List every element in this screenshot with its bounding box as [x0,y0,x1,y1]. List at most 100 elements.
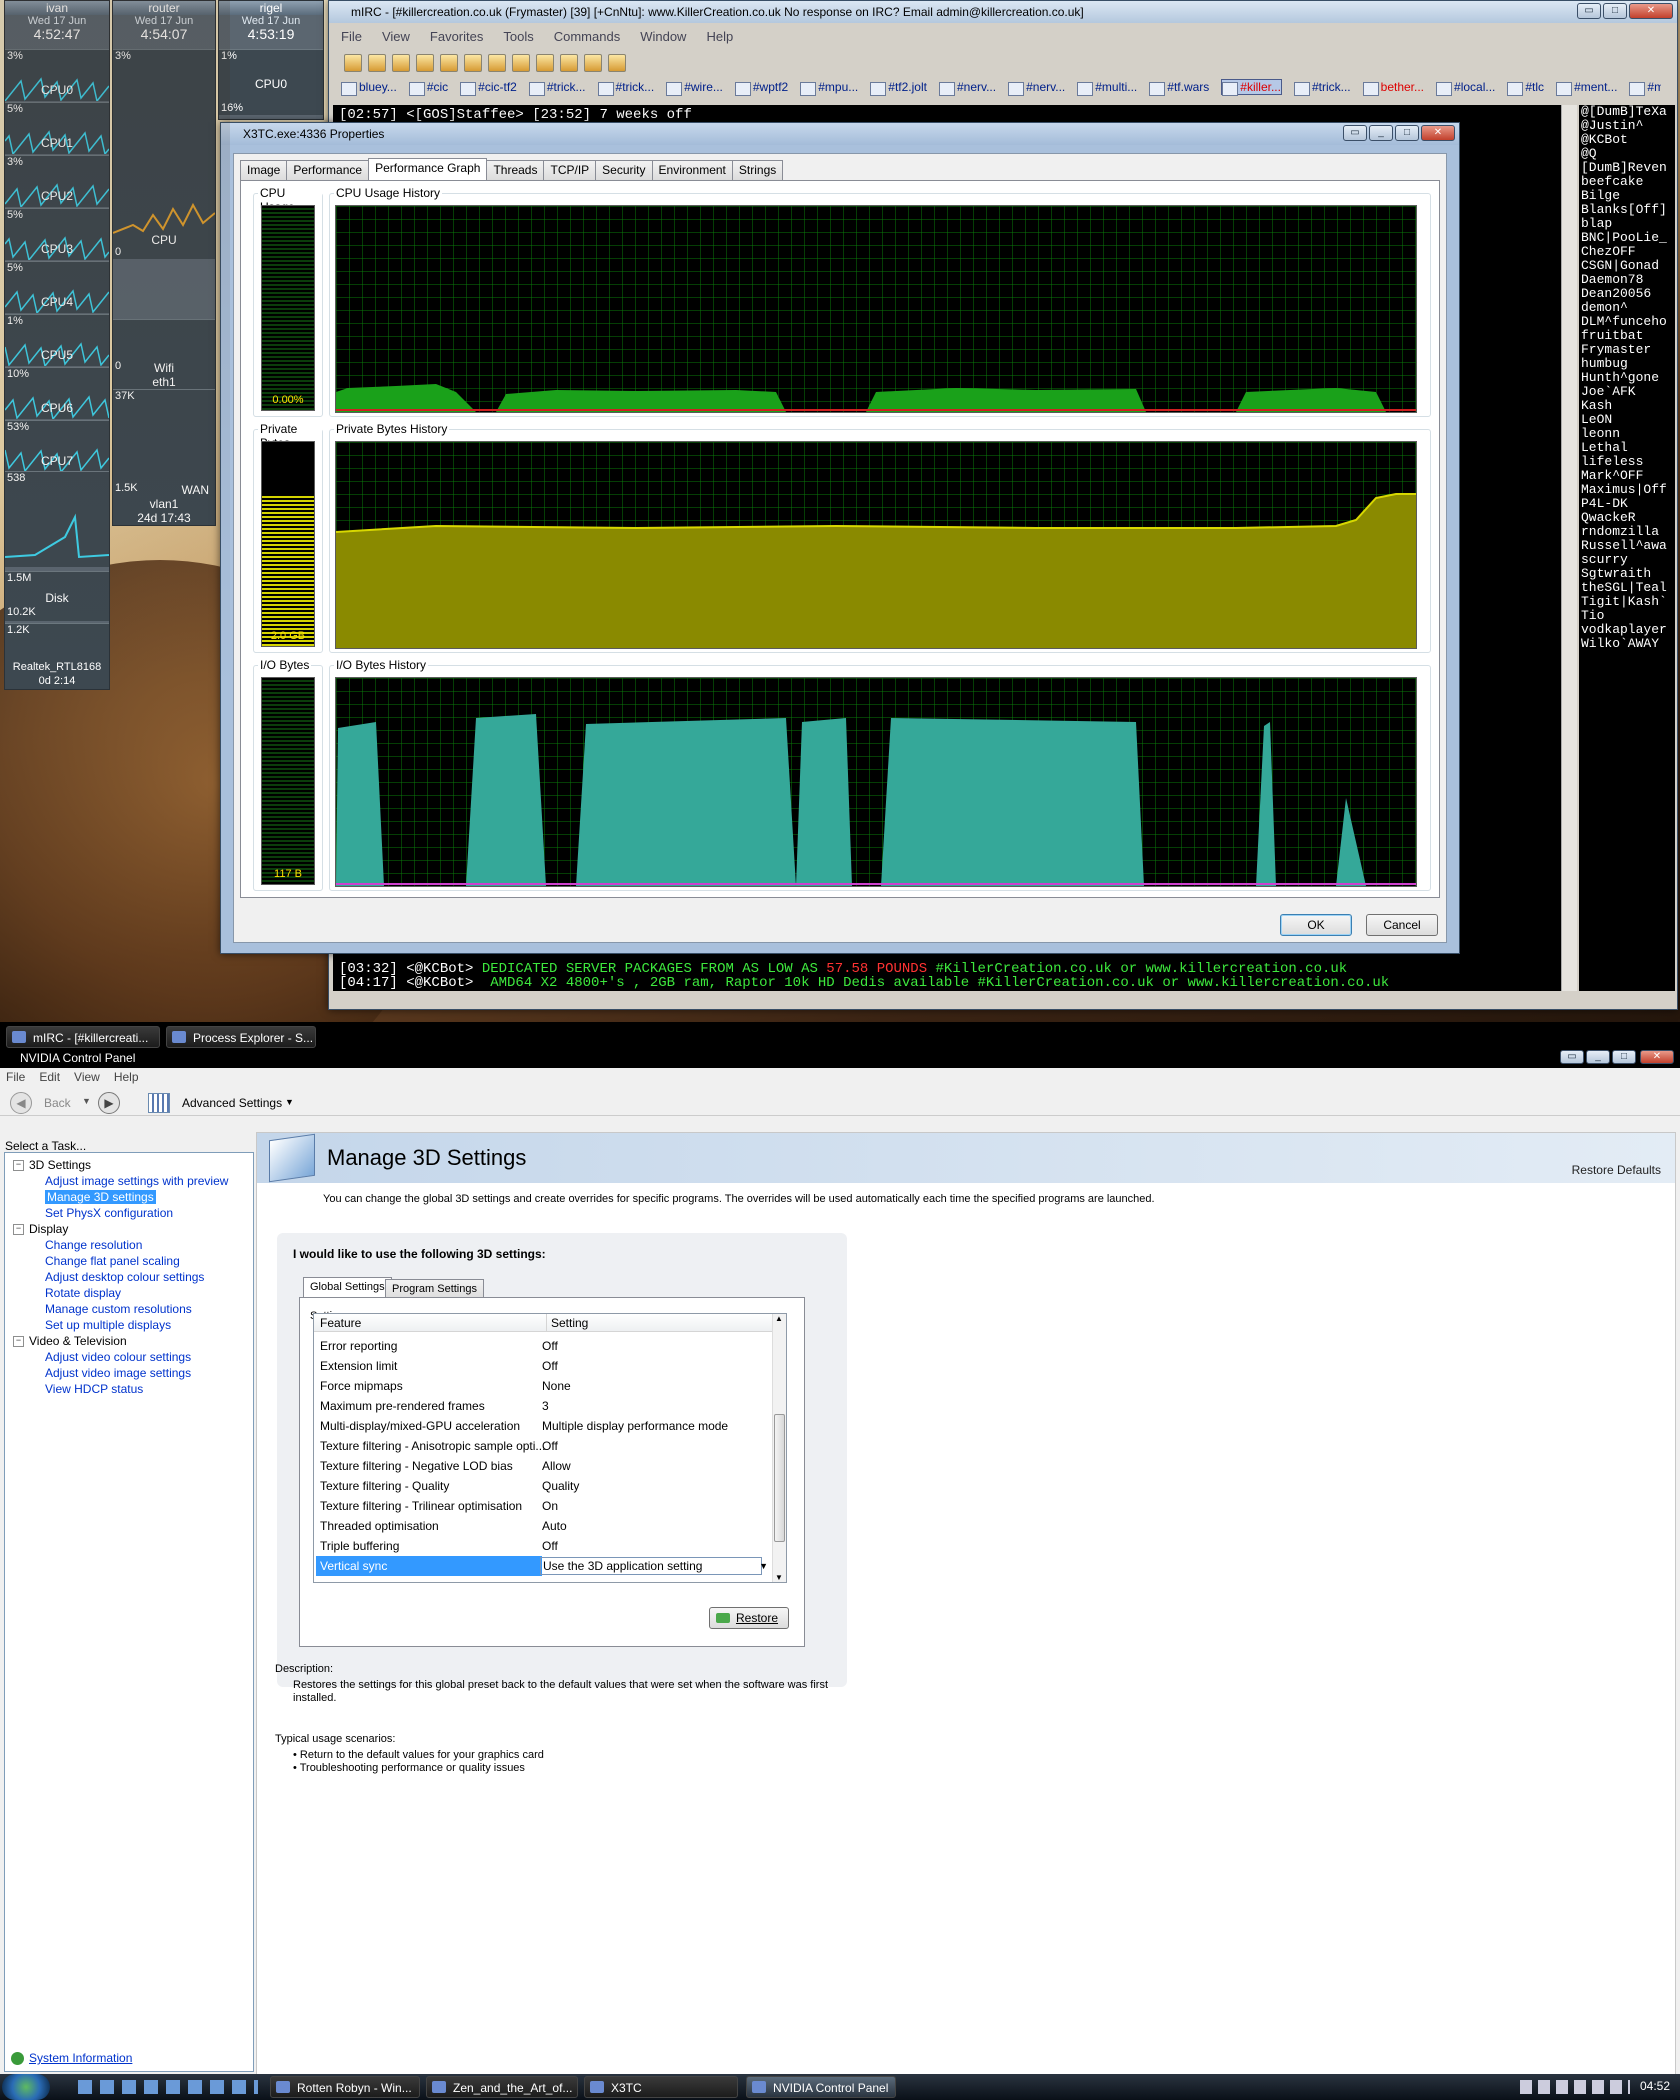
close-icon[interactable]: ✕ [1421,125,1455,141]
dcc-chat-icon[interactable] [488,54,506,72]
nick-item[interactable]: scurry [1581,553,1673,567]
tree-task-link[interactable]: View HDCP status [5,1381,253,1397]
system-info-link[interactable]: System Information [11,2051,132,2065]
nick-item[interactable]: Hunth^gone [1581,371,1673,385]
channel-tab[interactable]: #trick... [528,80,586,96]
tree-task-link[interactable]: Adjust image settings with preview [5,1173,253,1189]
address-book-icon[interactable] [392,54,410,72]
colors-icon[interactable] [584,54,602,72]
menu-view[interactable]: View [74,1070,100,1084]
nick-item[interactable]: @KCBot [1581,133,1673,147]
nick-item[interactable]: Blanks[Off] [1581,203,1673,217]
nick-item[interactable]: P4L-DK [1581,497,1673,511]
forward-arrow-icon[interactable]: ▶ [98,1092,120,1114]
ok-button[interactable]: OK [1280,914,1352,936]
nick-item[interactable]: Wilko`AWAY [1581,637,1673,651]
channel-tab[interactable]: bluey... [341,80,397,96]
nick-item[interactable]: BNC|PooLie_ [1581,231,1673,245]
dcc-send-icon[interactable] [464,54,482,72]
nick-item[interactable]: Daemon78 [1581,273,1673,287]
table-row[interactable]: Texture filtering - Trilinear optimisati… [314,1496,772,1516]
properties-titlebar[interactable]: X3TC.exe:4336 Properties ▭ _ □ ✕ [221,123,1459,145]
channel-tab[interactable]: #tf.wars [1149,80,1209,96]
taskbar-item-browser[interactable]: Rotten Robyn - Win... [270,2076,420,2098]
menu-edit[interactable]: Edit [39,1070,60,1084]
channel-tab[interactable]: #multi... [1077,80,1137,96]
maximize-icon[interactable]: □ [1612,1050,1636,1064]
nick-item[interactable]: Russell^awa [1581,539,1673,553]
tree-task-link[interactable]: Set PhysX configuration [5,1205,253,1221]
table-row[interactable]: Texture filtering - Anisotropic sample o… [314,1436,772,1456]
nick-item[interactable]: CSGN|Gonad [1581,259,1673,273]
nick-item[interactable]: theSGL|Teal [1581,581,1673,595]
tree-category[interactable]: Display [5,1221,253,1237]
table-row[interactable]: Maximum pre-rendered frames 3 [314,1396,772,1416]
table-row[interactable]: Extension limit Off [314,1356,772,1376]
nick-item[interactable]: Bilge [1581,189,1673,203]
restore-button[interactable]: Restore [709,1607,789,1629]
menu-file[interactable]: File [6,1070,25,1084]
menu-view[interactable]: View [382,29,410,44]
tab-performance[interactable]: Performance [286,160,370,180]
channel-tab[interactable]: bether... [1362,80,1424,96]
nick-item[interactable]: beefcake [1581,175,1673,189]
tree-task-link[interactable]: Adjust desktop colour settings [5,1269,253,1285]
restore-icon[interactable]: ▭ [1343,125,1367,141]
nick-item[interactable]: Kash [1581,399,1673,413]
nick-item[interactable]: @Q [1581,147,1673,161]
maximize-icon[interactable]: □ [1603,3,1627,19]
tab-image[interactable]: Image [240,160,288,180]
channel-tab[interactable]: #killer... [1221,79,1282,96]
nick-item[interactable]: LeON [1581,413,1673,427]
tree-task-link[interactable]: Change resolution [5,1237,253,1253]
tab-tcp-ip[interactable]: TCP/IP [543,160,597,180]
nick-item[interactable]: Tio [1581,609,1673,623]
advanced-settings-menu[interactable]: Advanced Settings [182,1096,282,1110]
taskbar-item-nvidia[interactable]: NVIDIA Control Panel [746,2076,896,2098]
tree-category[interactable]: 3D Settings [5,1157,253,1173]
tree-task-link[interactable]: Set up multiple displays [5,1317,253,1333]
table-scrollbar[interactable]: ▲ ▼ [772,1314,786,1582]
nick-item[interactable]: Frymaster [1581,343,1673,357]
channel-tab[interactable]: #wptf2 [734,80,788,96]
settings-table[interactable]: Feature Setting Error reporting Off Extensi… [313,1313,787,1583]
channel-tab[interactable]: #local... [1436,80,1495,96]
nick-item[interactable]: blap [1581,217,1673,231]
scroll-up-icon[interactable]: ▲ [775,1314,783,1323]
cancel-button[interactable]: Cancel [1366,914,1438,936]
log-icon[interactable] [512,54,530,72]
table-row[interactable]: Texture filtering - Negative LOD bias All… [314,1456,772,1476]
tray-icons[interactable] [1520,2080,1630,2094]
taskbar-item-mirc[interactable]: mIRC - [#killercreati... [6,1026,160,1048]
url-icon[interactable] [560,54,578,72]
channel-tab[interactable]: #trick... [1293,80,1351,96]
nick-item[interactable]: ChezOFF [1581,245,1673,259]
channels-icon[interactable] [416,54,434,72]
channel-tab[interactable]: #tf2.jolt [870,80,927,96]
nick-item[interactable]: Mark^OFF [1581,469,1673,483]
quick-launch-icons[interactable] [78,2080,258,2094]
taskbar-item-process-explorer[interactable]: Process Explorer - S... [166,1026,316,1048]
back-dropdown-icon[interactable]: ▼ [82,1096,91,1106]
nick-item[interactable]: fruitbat [1581,329,1673,343]
help-icon[interactable] [608,54,626,72]
restore-icon[interactable]: ▭ [1577,3,1601,19]
channel-tab[interactable]: #trick... [597,80,654,96]
tab-environment[interactable]: Environment [651,160,733,180]
nick-item[interactable]: Tigit|Kash` [1581,595,1673,609]
minimize-icon[interactable]: _ [1586,1050,1610,1064]
options-icon[interactable] [368,54,386,72]
tree-task-link[interactable]: Change flat panel scaling [5,1253,253,1269]
menu-window[interactable]: Window [640,29,686,44]
table-row[interactable]: Triple buffering Off [314,1536,772,1556]
tree-task-link[interactable]: Manage 3D settings [5,1189,253,1205]
scroll-down-icon[interactable]: ▼ [775,1573,783,1582]
table-row[interactable]: Threaded optimisation Auto [314,1516,772,1536]
close-icon[interactable]: ✕ [1640,1050,1674,1064]
nick-item[interactable]: demon^ [1581,301,1673,315]
col-feature[interactable]: Feature [320,1314,361,1332]
table-row[interactable]: Multi-display/mixed-GPU acceleration Mult… [314,1416,772,1436]
scroll-thumb[interactable] [774,1414,785,1542]
tab-strings[interactable]: Strings [731,160,784,180]
chat-scrollbar[interactable] [1561,105,1577,991]
